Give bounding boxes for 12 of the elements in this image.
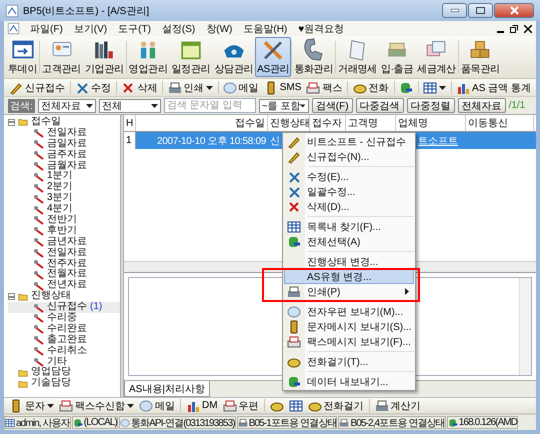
row-number: 1 [124, 132, 136, 149]
table-cell-text: 신 [270, 134, 280, 148]
search-label: 검색: [8, 98, 35, 112]
status-pane: 통화API-연결(0313193853) [118, 416, 236, 429]
window-title: BP5(비트소프트) - [A/S관리] [23, 4, 150, 18]
status-pane: B05-2,4포트용 연결상태 [338, 416, 446, 429]
page-indicator: /1/1 [508, 100, 526, 111]
status-pane: 168.0.126(AMD [446, 416, 518, 429]
status-pane: (LOCAL) [72, 416, 118, 429]
status-pane: admin, 사용자 [4, 416, 71, 429]
status-pane: B05-1포트용 연결상태 [236, 416, 338, 429]
table-cell-text: 2007-10-10 오후 10:58:09 [156, 134, 267, 148]
